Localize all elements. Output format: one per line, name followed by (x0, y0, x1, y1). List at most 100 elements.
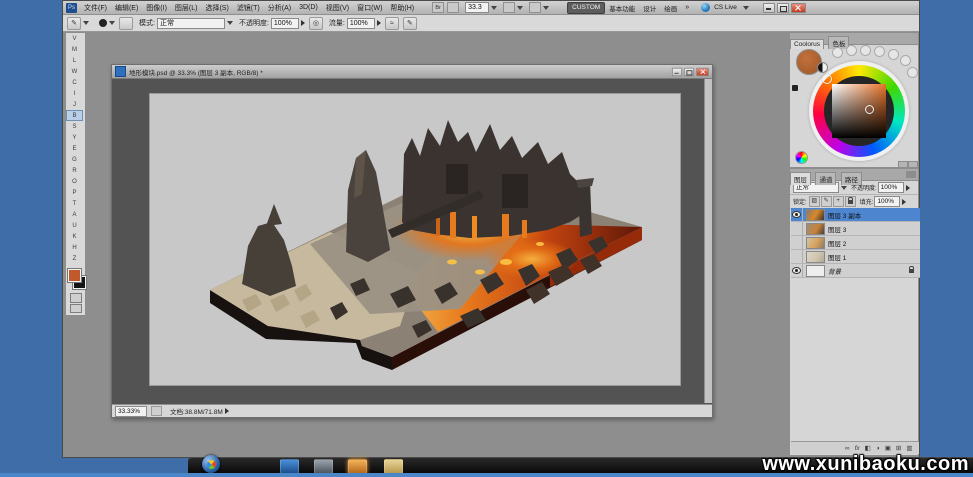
app-maximize-button[interactable] (777, 3, 789, 13)
menu-filter[interactable]: 滤镜(T) (233, 3, 264, 13)
brush-tip-icon[interactable] (99, 19, 107, 27)
menu-select[interactable]: 选择(S) (201, 3, 232, 13)
mixer-circle-7[interactable] (907, 67, 918, 78)
adjustment-layer-icon[interactable]: ◑ (876, 445, 880, 452)
doc-maximize-button[interactable] (684, 67, 694, 76)
layer-fill-field[interactable]: 100% (874, 196, 900, 207)
lock-position-icon[interactable]: + (833, 196, 844, 207)
tool-pen[interactable]: P (66, 187, 83, 198)
layer-name[interactable]: 图层 3 副本 (828, 210, 861, 220)
mixer-circle-3[interactable] (860, 45, 871, 56)
hue-selector-icon[interactable] (822, 74, 832, 84)
tool-blur[interactable]: R (66, 165, 83, 176)
layer-name[interactable]: 图层 3 (828, 224, 846, 234)
taskbar-icon-photoshop-active[interactable] (348, 459, 367, 474)
tool-gradient[interactable]: G (66, 154, 83, 165)
tab-channels[interactable]: 通道 (815, 172, 836, 185)
tab-layers[interactable]: 图层 (790, 172, 811, 185)
menu-window[interactable]: 窗口(W) (353, 3, 386, 13)
menu-edit[interactable]: 编辑(E) (111, 3, 142, 13)
arrange-documents-icon[interactable] (503, 2, 515, 13)
workspace-active-button[interactable]: CUSTOM (567, 2, 605, 14)
tool-hand[interactable]: H (66, 242, 83, 253)
menu-view[interactable]: 视图(V) (322, 3, 353, 13)
opacity-spinner-icon[interactable] (301, 20, 305, 26)
workspace-painting-button[interactable]: 绘画 (660, 3, 681, 13)
document-title-bar[interactable]: 地形模块.psd @ 33.3% (图层 3 副本, RGB/8) * (112, 65, 712, 79)
tool-brush[interactable]: B (66, 110, 83, 121)
flow-field[interactable]: 100% (347, 18, 375, 29)
menu-analysis[interactable]: 分析(A) (264, 3, 295, 13)
tool-quick-select[interactable]: W (66, 66, 83, 77)
blend-dropdown-icon[interactable] (841, 186, 847, 190)
screen-mode-button[interactable] (70, 304, 82, 313)
quick-mask-button[interactable] (70, 293, 82, 303)
screen-mode-icon[interactable] (529, 2, 541, 13)
taskbar-icon-browser[interactable] (280, 459, 299, 474)
tool-shape[interactable]: U (66, 220, 83, 231)
brush-picker-dropdown-icon[interactable] (109, 21, 115, 25)
mixer-circle-4[interactable] (874, 46, 885, 57)
layer-opacity-spinner-icon[interactable] (906, 185, 910, 191)
taskbar-icon-explorer[interactable] (384, 459, 403, 474)
layer-thumbnail[interactable] (806, 265, 825, 277)
tool-type[interactable]: T (66, 198, 83, 209)
new-layer-icon[interactable]: ⊞ (896, 444, 901, 452)
visibility-toggle[interactable] (791, 236, 803, 249)
tool-move[interactable]: V (66, 33, 83, 44)
start-button[interactable] (202, 455, 220, 473)
status-flyout-icon[interactable] (225, 408, 229, 414)
mixer-circle-2[interactable] (846, 45, 857, 56)
layer-thumbnail[interactable] (806, 237, 825, 249)
layer-row-4[interactable]: 图层 1 (791, 250, 920, 264)
panel-resize-button-2[interactable] (908, 161, 918, 168)
menu-file[interactable]: 文件(F) (80, 3, 111, 13)
doc-minimize-button[interactable] (672, 67, 682, 76)
tool-eyedropper[interactable]: I (66, 88, 83, 99)
visibility-toggle[interactable] (791, 222, 803, 235)
zoom-level-field[interactable]: 33.3 (465, 2, 489, 13)
tool-marquee[interactable]: M (66, 44, 83, 55)
visibility-toggle[interactable] (791, 264, 803, 277)
tab-paths[interactable]: 路径 (841, 172, 862, 185)
toggle-brush-panel-icon[interactable] (119, 17, 133, 30)
workspace-overflow-button[interactable]: » (681, 4, 693, 11)
canvas[interactable] (150, 94, 680, 385)
arrange-dropdown-icon[interactable] (517, 6, 523, 10)
tool-3d-rotate[interactable]: K (66, 231, 83, 242)
foreground-color-swatch[interactable] (68, 269, 81, 282)
layer-thumbnail[interactable] (806, 223, 825, 235)
tool-path-select[interactable]: A (66, 209, 83, 220)
zoom-dropdown-icon[interactable] (491, 6, 497, 10)
layer-fill-spinner-icon[interactable] (902, 199, 906, 205)
taskbar-icon-app[interactable] (314, 459, 333, 474)
opacity-pressure-icon[interactable]: ◎ (309, 17, 323, 30)
layer-row-2[interactable]: 图层 3 (791, 222, 920, 236)
view-extras-icon[interactable] (447, 2, 459, 13)
delete-layer-icon[interactable]: ▥ (906, 444, 912, 452)
layer-name[interactable]: 图层 1 (828, 252, 846, 262)
doc-close-button[interactable] (696, 67, 709, 76)
tool-lasso[interactable]: L (66, 55, 83, 66)
tool-preset-dropdown-icon[interactable] (83, 21, 89, 25)
bridge-launch-icon[interactable]: Br (432, 2, 444, 13)
layer-row-background[interactable]: 背景 (791, 264, 920, 278)
layer-row-3[interactable]: 图层 2 (791, 236, 920, 250)
brush-tool-preset-icon[interactable]: ✎ (67, 17, 81, 30)
panel-resize-button-1[interactable] (898, 161, 908, 168)
opacity-field[interactable]: 100% (271, 18, 299, 29)
app-close-button[interactable] (791, 3, 806, 13)
layer-row-1[interactable]: 图层 3 副本 (791, 208, 920, 222)
saturation-value-square[interactable] (832, 84, 886, 138)
app-minimize-button[interactable] (763, 3, 775, 13)
vertical-scrollbar[interactable] (704, 79, 712, 403)
blend-mode-select[interactable]: 正常 (157, 18, 225, 29)
mixer-circle-5[interactable] (888, 49, 899, 60)
ps-logo-icon[interactable]: Ps (66, 3, 77, 13)
lock-transparency-icon[interactable]: ▨ (809, 196, 820, 207)
tool-healing-brush[interactable]: J (66, 99, 83, 110)
cs-live-button[interactable]: CS Live (710, 4, 741, 11)
color-wheel-mode-icon[interactable] (795, 151, 808, 164)
tab-coolorus[interactable]: Coolorus (790, 39, 824, 49)
cs-live-dropdown-icon[interactable] (743, 6, 749, 10)
